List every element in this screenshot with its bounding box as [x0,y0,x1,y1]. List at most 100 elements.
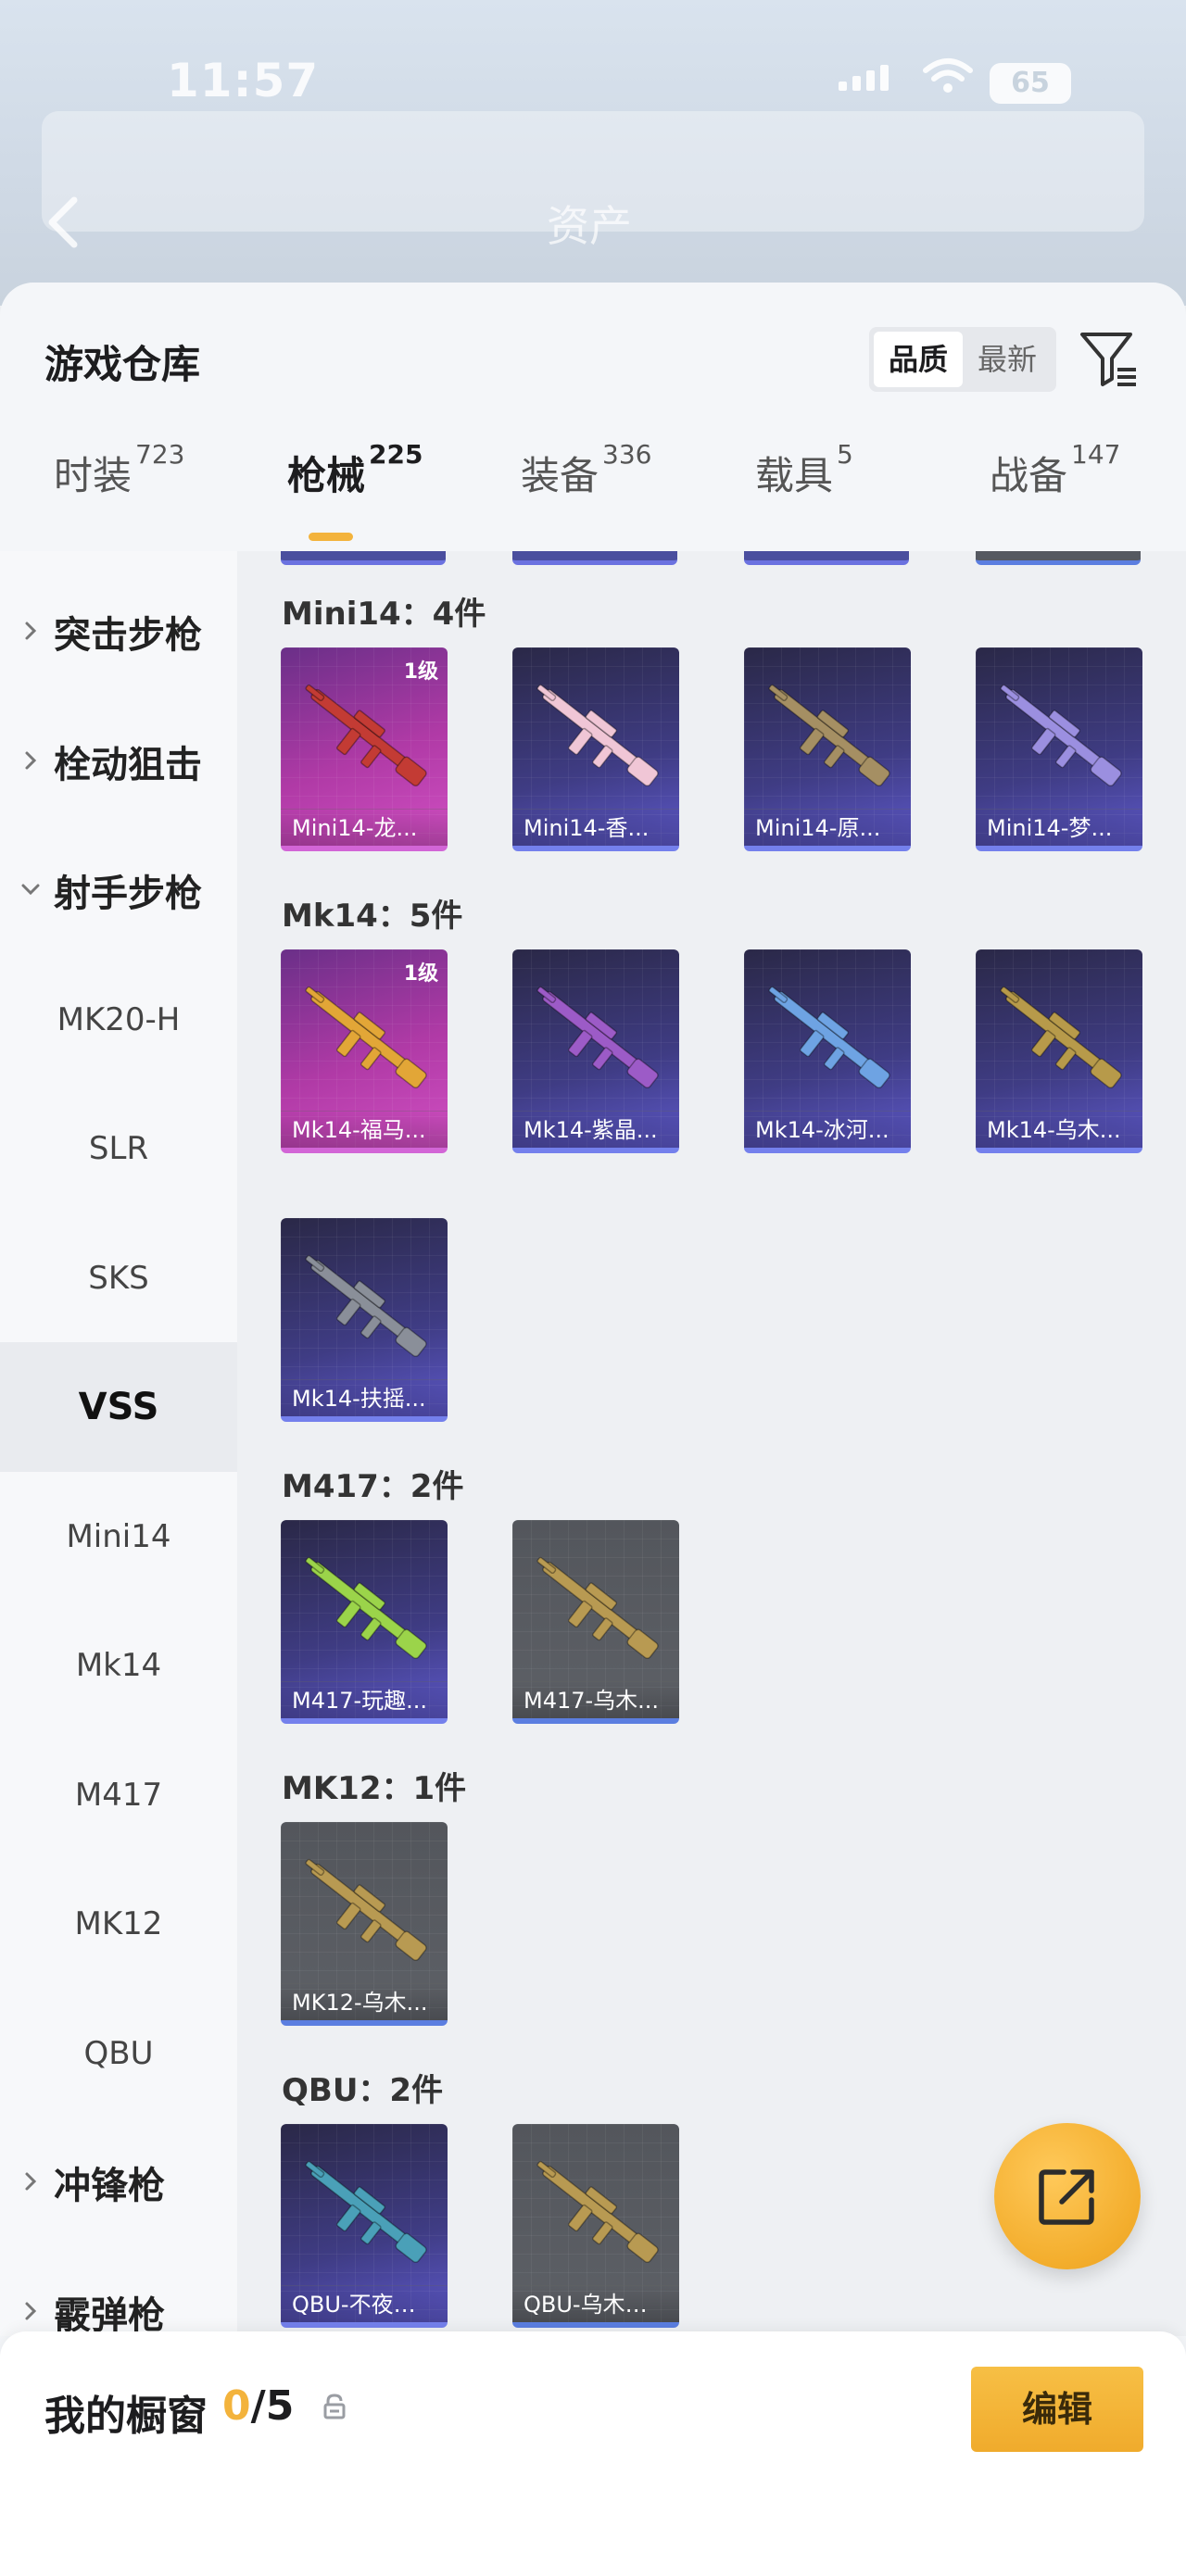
weapon-name: Mini14-梦... [976,809,1142,846]
tab-supplies[interactable]: 战备 147 [990,439,1120,501]
rifle-icon [768,986,890,1089]
weapon-name: Mini14-原... [744,809,911,846]
sidebar-item-label: SLR [88,1130,149,1167]
sidebar-item[interactable]: Mk14 [0,1601,237,1730]
blurred-background: 11:57 65 资产 [0,0,1186,306]
weapon-card[interactable]: Mini14-香... [512,647,679,851]
sidebar-item-label: Mini14 [66,1517,171,1555]
sidebar-item[interactable]: M417 [0,1730,237,1860]
weapon-card[interactable]: QBU-乌木金纹 [512,2124,679,2328]
tab-count: 147 [1071,439,1121,470]
weapon-card[interactable]: Mini14-原... [744,647,911,851]
sidebar-item-label: 霰弹枪 [54,2293,165,2337]
weapon-card[interactable]: Mk14-紫晶... [512,949,679,1153]
partial-card [744,551,909,565]
partial-card [976,551,1141,565]
weapon-name: Mini14-香... [512,809,679,846]
tab-firearms[interactable]: 枪械 225 [287,439,423,501]
chevron-right-icon [25,2302,37,2319]
section-title: Mini14：4件 [282,596,486,633]
showcase-count: 0/5 [222,2382,294,2430]
rifle-icon [536,1556,659,1660]
sheet-header: 游戏仓库 品质 最新 [0,283,1186,421]
sort-latest-option[interactable]: 最新 [963,332,1052,387]
level-badge: 1级 [403,660,438,684]
tab-count: 5 [837,439,853,470]
sidebar-item[interactable]: MK12 [0,1859,237,1989]
section-title: QBU：2件 [282,2072,444,2109]
edit-button[interactable]: 编辑 [971,2367,1143,2452]
sidebar-item-label: MK12 [74,1905,163,1942]
weapon-name: Mk14-冰河... [744,1111,911,1148]
rifle-icon [768,684,890,787]
tab-count: 336 [602,439,652,470]
tab-fashion[interactable]: 时装 723 [54,439,184,501]
active-tab-indicator [309,533,353,541]
share-button[interactable] [994,2123,1141,2269]
weapon-name: Mini14-龙... [281,809,448,846]
weapon-card[interactable]: M417-玩趣... [281,1520,448,1724]
showcase-current: 0 [222,2382,251,2430]
weapon-name: MK12-乌木... [281,1983,448,2020]
rifle-icon [305,986,427,1089]
tab-label: 载具 [755,453,834,498]
sidebar-item[interactable]: MK20-H [0,955,237,1085]
category-tabs: 时装 723 枪械 225 装备 336 载具 5 战备 147 [0,439,1186,519]
weapon-name: QBU-乌木金纹 [512,2285,679,2322]
weapon-name: Mk14-福马... [281,1111,448,1148]
sidebar-item-label: Mk14 [75,1647,162,1684]
filter-icon[interactable] [1079,329,1140,390]
sidebar-item[interactable]: VSS [0,1342,237,1472]
share-icon [1039,2169,1094,2225]
tab-count: 225 [369,439,423,470]
back-icon[interactable] [44,195,82,250]
rifle-icon [536,2160,659,2264]
sidebar-item[interactable]: QBU [0,1989,237,2118]
weapon-name: QBU-不夜海... [281,2285,448,2322]
status-time: 11:57 [167,54,320,107]
weapon-name: Mk14-扶摇... [281,1379,448,1416]
chevron-right-icon [25,751,37,769]
weapon-card[interactable]: Mk14-扶摇... [281,1218,448,1422]
sidebar-item-label: QBU [83,2034,154,2072]
sidebar-item[interactable]: Mini14 [0,1472,237,1602]
rifle-icon [305,2160,427,2264]
weapon-card[interactable]: 1级 Mini14-龙... [281,647,448,851]
showcase-label: 我的橱窗 [44,2393,208,2440]
weapon-name: Mk14-紫晶... [512,1111,679,1148]
weapon-card[interactable]: Mk14-冰河... [744,949,911,1153]
sidebar-item[interactable]: SKS [0,1213,237,1343]
weapon-card[interactable]: 1级 Mk14-福马... [281,949,448,1153]
chevron-right-icon [25,2172,37,2191]
sort-quality-option[interactable]: 品质 [874,332,963,387]
weapon-card[interactable]: Mk14-乌木... [976,949,1142,1153]
sidebar-item[interactable]: SLR [0,1084,237,1213]
section-title: M417：2件 [282,1468,464,1505]
sidebar-item[interactable]: 冲锋枪 [0,2117,237,2247]
sidebar-item[interactable]: 射手步枪 [0,825,237,955]
weapon-card[interactable]: Mini14-梦... [976,647,1142,851]
sidebar-item[interactable]: 霰弹枪 [0,2247,237,2337]
sidebar-item[interactable]: 栓动狙击 [0,697,237,826]
tab-count: 723 [135,439,185,470]
page-title: 资产 [547,201,632,251]
signal-icon [839,65,889,91]
chevron-down-icon [21,884,40,896]
rifle-icon [536,986,659,1089]
weapon-card[interactable]: QBU-不夜海... [281,2124,448,2328]
level-badge: 1级 [403,962,438,986]
chevron-right-icon [25,622,37,640]
weapon-card[interactable]: M417-乌木... [512,1520,679,1724]
sidebar-item-label: MK20-H [57,1000,181,1038]
tab-label: 战备 [990,453,1068,498]
sidebar-item[interactable]: 突击步枪 [0,567,237,697]
tab-equipment[interactable]: 装备 336 [521,439,651,501]
sidebar-item-label: M417 [74,1776,163,1814]
tab-vehicles[interactable]: 载具 5 [755,439,853,501]
section-title: Mk14：5件 [282,898,463,935]
weapon-card[interactable]: MK12-乌木... [281,1822,448,2026]
showcase-bar: 我的橱窗 0/5 编辑 [0,2331,1186,2576]
rifle-icon [1000,684,1122,787]
rifle-icon [1000,986,1122,1089]
weapon-list: Mini14：4件 1级 Mini14-龙... Mini14-香... Mini14-… [237,551,1186,2336]
